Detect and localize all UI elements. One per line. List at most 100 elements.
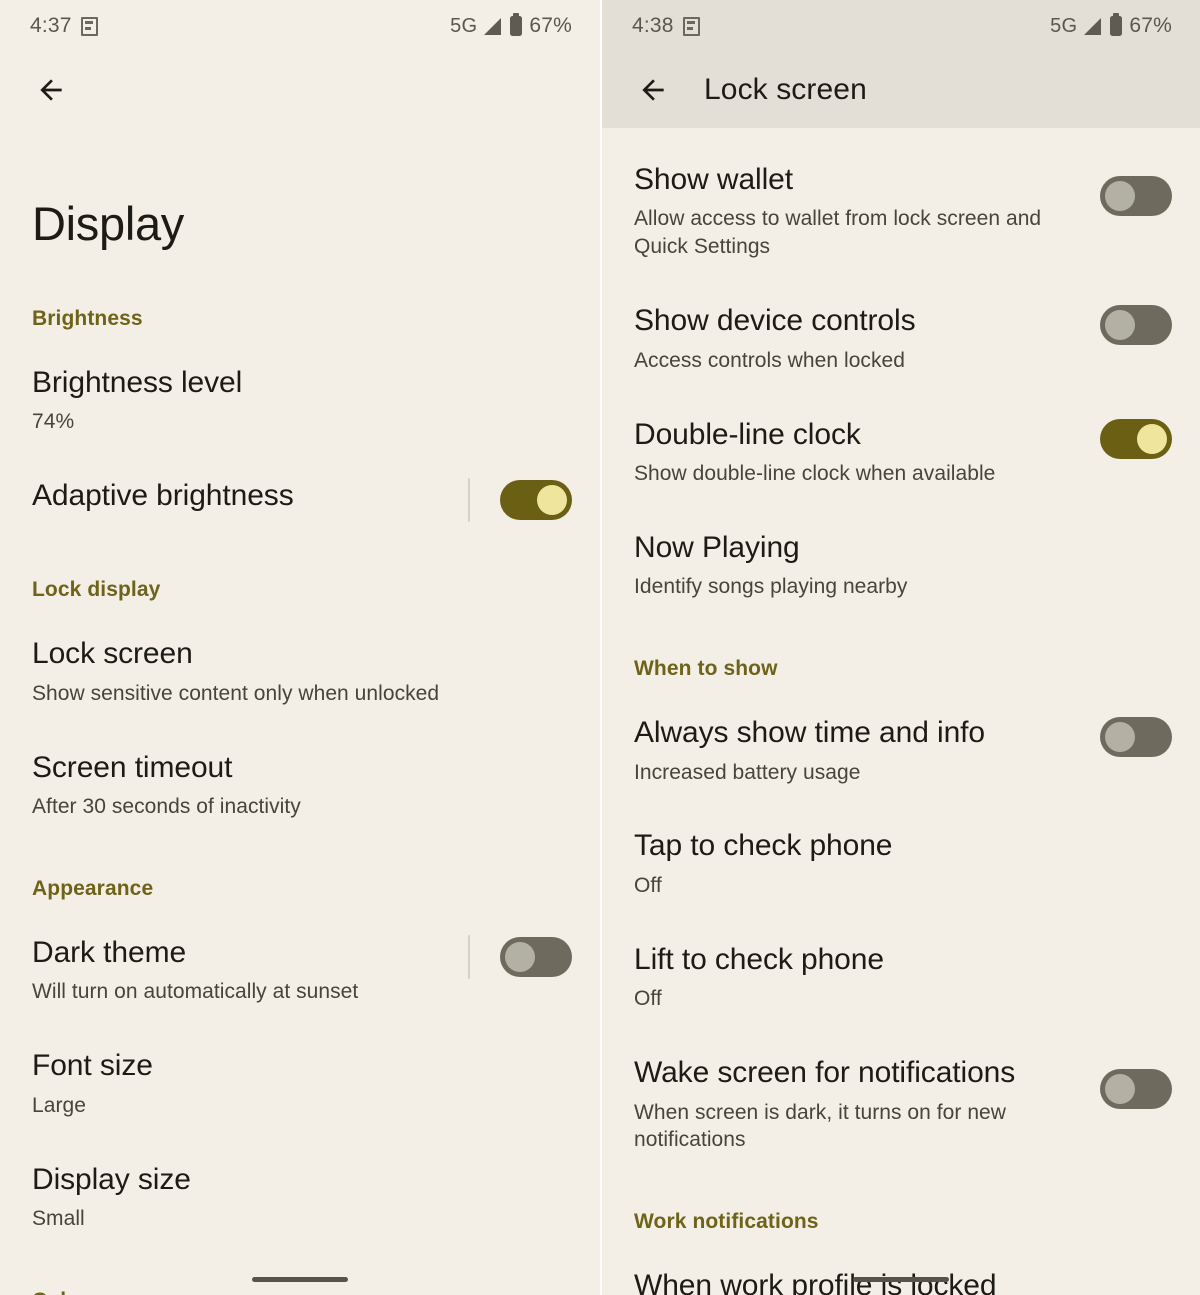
row-texts: Lock screen Show sensitive content only … — [32, 636, 572, 707]
right-phone-screen: 4:38 5G 67% Lock screen Show wallet Allo… — [600, 0, 1200, 1295]
setting-row-display-size[interactable]: Display size Small — [0, 1162, 600, 1233]
row-texts: Adaptive brightness — [32, 478, 452, 513]
setting-summary: Off — [634, 873, 662, 897]
document-icon — [80, 16, 98, 36]
setting-row-lift-to-check-phone[interactable]: Lift to check phone Off — [602, 942, 1200, 1013]
display-settings-scroll[interactable]: Display Brightness Brightness level 74% … — [0, 128, 600, 1295]
setting-title: Adaptive brightness — [32, 479, 294, 513]
setting-row-wake-screen-for-notifications[interactable]: Wake screen for notifications When scree… — [602, 1055, 1200, 1154]
row-texts: Show wallet Allow access to wallet from … — [634, 162, 1084, 261]
back-button-left[interactable] — [28, 67, 74, 113]
setting-summary: 74% — [32, 410, 75, 434]
row-texts: Font size Large — [32, 1048, 572, 1119]
section-header-work-notifications: Work notifications — [634, 1210, 819, 1234]
setting-summary: After 30 seconds of inactivity — [32, 795, 301, 819]
row-texts: Show device controls Access controls whe… — [634, 303, 1084, 374]
network-type-label: 5G — [1050, 14, 1078, 37]
status-bar-right: 4:38 5G 67% — [602, 0, 1200, 52]
setting-title: Brightness level — [32, 366, 243, 399]
setting-title: Lift to check phone — [634, 942, 884, 976]
setting-title: Tap to check phone — [634, 829, 893, 863]
setting-title: Dark theme — [32, 935, 187, 969]
setting-summary: Increased battery usage — [634, 760, 861, 784]
toggle-knob — [537, 485, 567, 516]
setting-row-adaptive-brightness[interactable]: Adaptive brightness — [0, 478, 600, 523]
switch-divider — [468, 934, 470, 979]
setting-row-tap-to-check-phone[interactable]: Tap to check phone Off — [602, 828, 1200, 899]
setting-title: Font size — [32, 1049, 153, 1083]
setting-summary: When screen is dark, it turns on for new… — [634, 1100, 1006, 1152]
page-title: Display — [32, 197, 185, 250]
setting-row-show-device-controls[interactable]: Show device controls Access controls whe… — [602, 303, 1200, 374]
back-button-right[interactable] — [630, 67, 676, 113]
battery-icon — [510, 16, 523, 36]
setting-title: Double-line clock — [634, 417, 861, 451]
switch-container — [1100, 305, 1172, 346]
setting-title: Wake screen for notifications — [634, 1056, 1016, 1090]
section-header-when-to-show: When to show — [634, 657, 778, 681]
status-bar-right-group: 5G 67% — [1050, 14, 1172, 38]
switch-container — [1100, 1069, 1172, 1110]
signal-triangle-icon — [484, 17, 502, 35]
setting-summary: Show sensitive content only when unlocke… — [32, 681, 440, 705]
setting-summary: Off — [634, 987, 662, 1011]
always-show-time-and-info-toggle[interactable] — [1100, 717, 1172, 758]
setting-row-show-wallet[interactable]: Show wallet Allow access to wallet from … — [602, 162, 1200, 261]
back-arrow-icon — [40, 79, 62, 101]
status-bar-clock: 4:37 — [30, 14, 72, 37]
dual-screenshot-container: 4:37 5G 67% Display Brightness Brightnes… — [0, 0, 1200, 1295]
gesture-navigation-bar[interactable] — [252, 1277, 348, 1282]
row-texts: Wake screen for notifications When scree… — [634, 1055, 1084, 1154]
setting-row-lock-screen[interactable]: Lock screen Show sensitive content only … — [0, 636, 600, 707]
section-header-lock-display: Lock display — [32, 578, 161, 602]
signal-triangle-icon — [1084, 17, 1102, 35]
setting-summary: Access controls when locked — [634, 348, 905, 372]
setting-title: Lock screen — [32, 637, 193, 671]
show-device-controls-toggle[interactable] — [1100, 305, 1172, 346]
row-texts: Always show time and info Increased batt… — [634, 715, 1084, 786]
row-texts: Double-line clock Show double-line clock… — [634, 417, 1084, 488]
app-bar-title: Lock screen — [704, 73, 867, 106]
setting-row-dark-theme[interactable]: Dark theme Will turn on automatically at… — [0, 934, 600, 1006]
double-line-clock-toggle[interactable] — [1100, 418, 1172, 459]
row-texts: Lift to check phone Off — [634, 942, 1172, 1013]
toggle-knob — [1105, 181, 1135, 211]
row-texts: Display size Small — [32, 1162, 572, 1233]
setting-row-font-size[interactable]: Font size Large — [0, 1048, 600, 1119]
adaptive-brightness-toggle[interactable] — [500, 480, 572, 521]
switch-container — [468, 934, 572, 979]
lock-screen-settings-scroll[interactable]: Show wallet Allow access to wallet from … — [602, 128, 1200, 1295]
left-phone-screen: 4:37 5G 67% Display Brightness Brightnes… — [0, 0, 600, 1295]
back-arrow-icon — [642, 79, 664, 101]
switch-container — [468, 478, 572, 523]
status-bar-left: 4:37 5G 67% — [0, 0, 600, 52]
switch-container — [1100, 717, 1172, 758]
status-bar-left-group: 4:37 — [30, 14, 98, 38]
setting-row-always-show-time-and-info[interactable]: Always show time and info Increased batt… — [602, 715, 1200, 786]
row-texts: Dark theme Will turn on automatically at… — [32, 935, 452, 1006]
toggle-knob — [1105, 310, 1135, 341]
setting-row-double-line-clock[interactable]: Double-line clock Show double-line clock… — [602, 417, 1200, 488]
setting-summary: Allow access to wallet from lock screen … — [634, 207, 1042, 259]
toggle-knob — [505, 941, 535, 972]
dark-theme-toggle[interactable] — [500, 936, 572, 977]
status-bar-left-group: 4:38 — [632, 14, 700, 38]
battery-icon — [1110, 16, 1123, 36]
wake-screen-for-notifications-toggle[interactable] — [1100, 1069, 1172, 1110]
gesture-navigation-bar[interactable] — [853, 1277, 949, 1282]
setting-row-now-playing[interactable]: Now Playing Identify songs playing nearb… — [602, 530, 1200, 601]
setting-summary: Identify songs playing nearby — [634, 575, 908, 599]
status-bar-clock: 4:38 — [632, 14, 674, 37]
toggle-knob — [1105, 1074, 1135, 1105]
app-bar-right: Lock screen — [602, 52, 1200, 128]
setting-row-brightness-level[interactable]: Brightness level 74% — [0, 365, 600, 436]
show-wallet-toggle[interactable] — [1100, 176, 1172, 216]
setting-summary: Will turn on automatically at sunset — [32, 980, 359, 1004]
setting-row-screen-timeout[interactable]: Screen timeout After 30 seconds of inact… — [0, 750, 600, 821]
setting-summary: Show double-line clock when available — [634, 461, 996, 485]
battery-percent-label: 67% — [529, 14, 572, 37]
row-texts: Tap to check phone Off — [634, 828, 1172, 899]
setting-title: Show wallet — [634, 163, 793, 196]
switch-divider — [468, 478, 470, 523]
network-type-label: 5G — [450, 14, 478, 37]
